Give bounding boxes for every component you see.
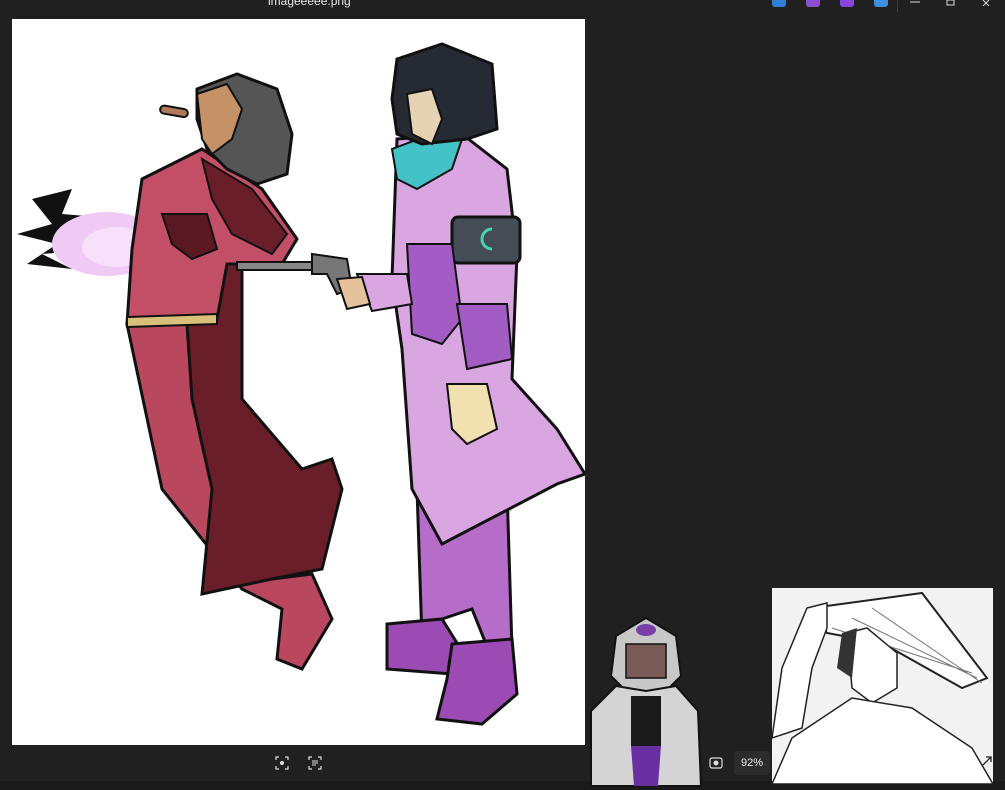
minimize-icon xyxy=(910,1,920,3)
thumbnail-character-jacket[interactable] xyxy=(586,616,704,790)
title-bar: imageeeee.png xyxy=(0,0,1005,16)
actual-size-icon xyxy=(709,757,723,769)
text-select-button[interactable] xyxy=(303,751,327,775)
app-2-icon[interactable] xyxy=(806,0,820,7)
window-title: imageeeee.png xyxy=(268,0,351,8)
app-3-icon[interactable] xyxy=(840,0,854,7)
thumbnail-sketch-hat[interactable] xyxy=(772,588,993,784)
restore-icon xyxy=(946,0,955,6)
window-controls xyxy=(897,0,1005,10)
fit-to-screen-button[interactable] xyxy=(270,751,294,775)
thumbnail-jacket-art xyxy=(590,616,703,787)
thumbnail-sketch-art xyxy=(772,588,993,784)
expand-button[interactable] xyxy=(981,754,993,766)
expand-icon xyxy=(982,756,992,766)
photo-viewer-window: imageeeee.png 92% xyxy=(0,0,1005,790)
app-1-icon[interactable] xyxy=(772,0,786,7)
left-figure xyxy=(125,72,344,671)
app-4-icon[interactable] xyxy=(874,0,888,7)
fit-to-screen-icon xyxy=(275,756,289,770)
zoom-label: 92% xyxy=(740,757,764,769)
taskbar-apps xyxy=(772,0,888,8)
artwork-illustration xyxy=(17,42,585,726)
maximize-button[interactable] xyxy=(933,0,969,10)
close-button[interactable] xyxy=(969,0,1005,10)
actual-size-button[interactable] xyxy=(704,751,728,775)
minimize-button[interactable] xyxy=(897,0,933,10)
image-canvas[interactable] xyxy=(12,19,585,745)
right-figure xyxy=(335,42,585,726)
text-select-icon xyxy=(308,756,322,770)
close-icon xyxy=(982,0,990,6)
zoom-level[interactable]: 92% xyxy=(734,751,770,775)
